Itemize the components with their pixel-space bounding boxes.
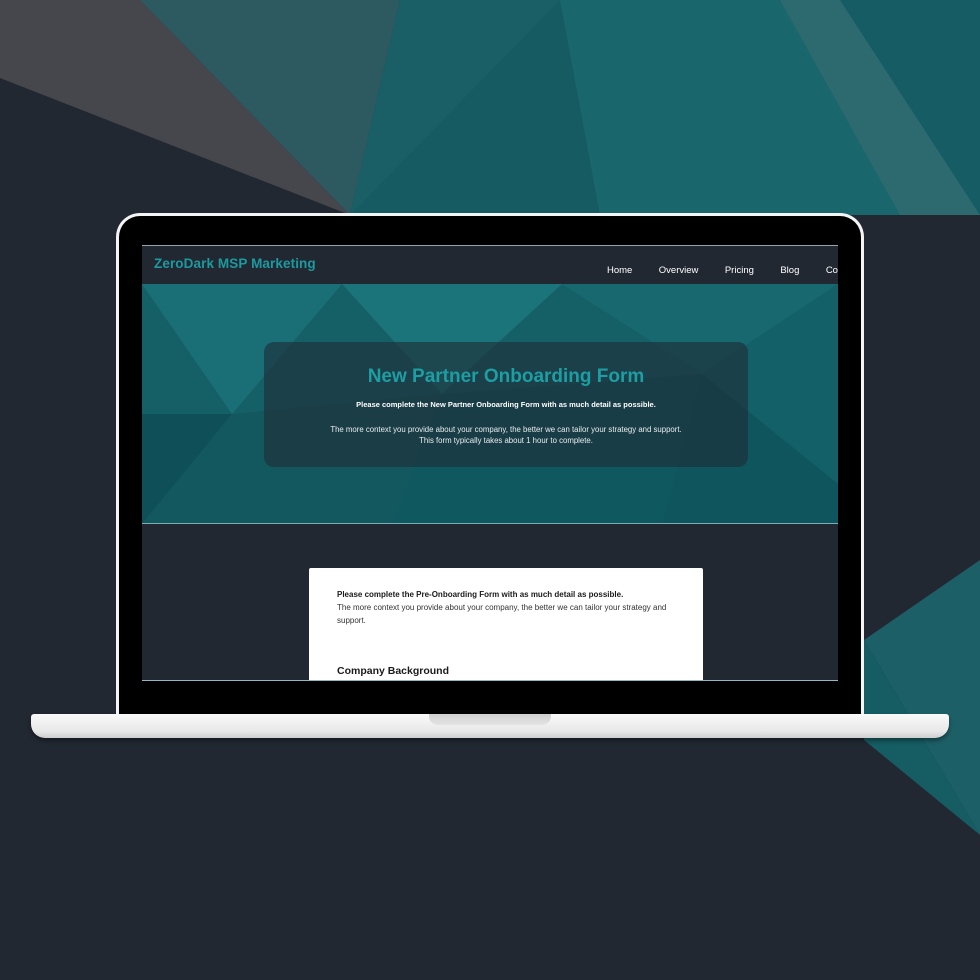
hero-description-line-1: The more context you provide about your … (330, 425, 682, 434)
hero-subtitle: Please complete the New Partner Onboardi… (356, 400, 656, 409)
laptop-notch (429, 714, 551, 725)
form-intro-heading: Please complete the Pre-Onboarding Form … (337, 590, 624, 599)
website-screen: ZeroDark MSP Marketing Home Overview Pri… (142, 245, 838, 681)
nav-home[interactable]: Home (607, 265, 632, 276)
hero-card: New Partner Onboarding Form Please compl… (264, 342, 748, 467)
hero-description: The more context you provide about your … (264, 424, 748, 446)
hero-description-line-2: This form typically takes about 1 hour t… (419, 436, 593, 445)
hero-banner: New Partner Onboarding Form Please compl… (142, 284, 838, 524)
top-nav: ZeroDark MSP Marketing Home Overview Pri… (142, 246, 838, 284)
nav-links: Home Overview Pricing Blog Contac (607, 260, 838, 278)
form-intro-text: The more context you provide about your … (337, 603, 667, 625)
brand-logo[interactable]: ZeroDark MSP Marketing (154, 256, 316, 271)
page-title: New Partner Onboarding Form (367, 366, 645, 387)
section-heading: Company Background (337, 665, 450, 677)
nav-pricing[interactable]: Pricing (725, 265, 754, 276)
onboarding-form-card: Please complete the Pre-Onboarding Form … (309, 568, 703, 680)
nav-blog[interactable]: Blog (780, 265, 799, 276)
nav-contact[interactable]: Contac (826, 265, 838, 276)
nav-overview[interactable]: Overview (659, 265, 699, 276)
